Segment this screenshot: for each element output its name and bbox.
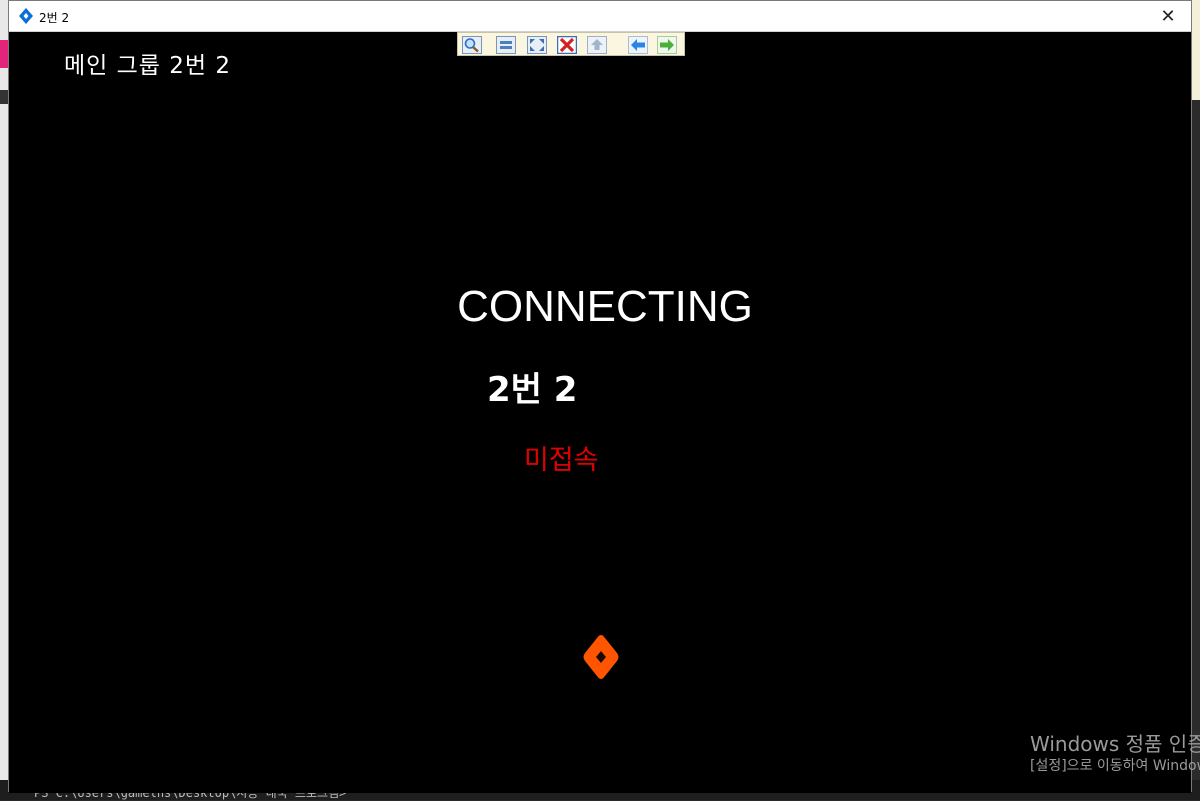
close-button[interactable]: ✕ — [1145, 1, 1191, 31]
orange-diamond-loader-icon — [583, 635, 619, 679]
viewer-toolbar — [457, 32, 685, 56]
zoom-icon — [462, 35, 482, 54]
windows-activation-subtitle: [설정]으로 이동하여 Windows — [1030, 758, 1200, 774]
desktop-right-strip — [1192, 0, 1200, 100]
fit-window-button[interactable] — [496, 35, 516, 54]
group-label: 메인 그룹 2번 2 — [64, 53, 231, 79]
desktop-taskbar-item — [0, 40, 8, 68]
desktop-left-strip — [0, 0, 8, 800]
zoom-button[interactable] — [462, 35, 482, 54]
connection-status: 미접속 — [524, 445, 599, 476]
fullscreen-button[interactable] — [527, 35, 547, 54]
remote-viewer-window: 2번 2 ✕ 메인 그룹 2번 2 CONNECTING 2번 2 미접속 — [8, 0, 1192, 793]
diamond-logo-icon — [19, 8, 33, 24]
forward-button[interactable] — [657, 35, 677, 54]
window-title: 2번 2 — [39, 11, 70, 25]
device-name: 2번 2 — [487, 370, 578, 410]
back-arrow-icon — [628, 35, 648, 54]
connecting-text: CONNECTING — [457, 282, 753, 331]
upload-icon — [587, 35, 607, 54]
desktop-taskbar-item — [0, 90, 8, 104]
fullscreen-icon — [527, 35, 547, 54]
remote-screen[interactable]: 메인 그룹 2번 2 CONNECTING 2번 2 미접속 — [9, 32, 1191, 793]
back-button[interactable] — [628, 35, 648, 54]
forward-arrow-icon — [657, 35, 677, 54]
close-session-icon — [557, 35, 577, 54]
upload-button[interactable] — [587, 35, 607, 54]
fit-window-icon — [496, 35, 516, 54]
title-bar[interactable]: 2번 2 ✕ — [9, 1, 1191, 32]
windows-activation-title: Windows 정품 인증 — [1030, 732, 1200, 756]
close-session-button[interactable] — [557, 35, 577, 54]
close-icon: ✕ — [1160, 5, 1176, 27]
